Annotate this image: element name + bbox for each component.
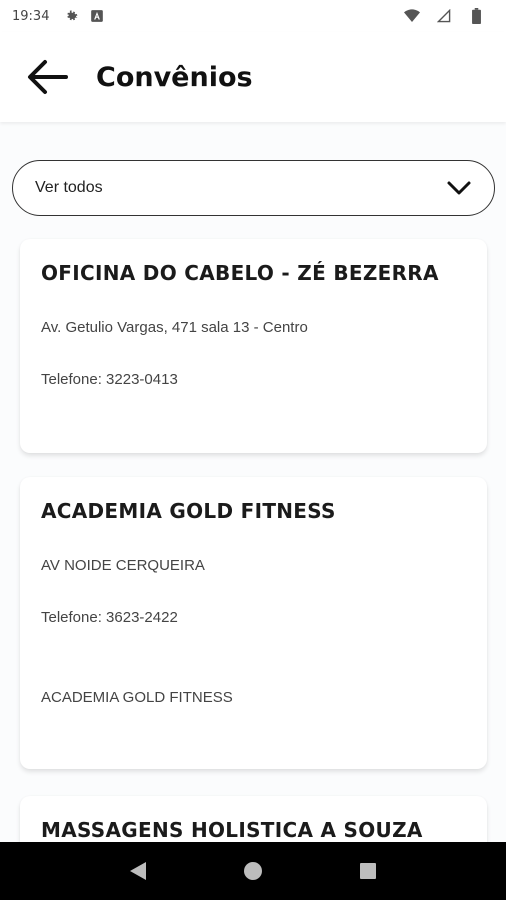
nav-back-button[interactable]: [118, 851, 158, 891]
card-address: Av. Getulio Vargas, 471 sala 13 - Centro: [41, 319, 308, 336]
card-address: AV NOIDE CERQUEIRA: [41, 557, 205, 574]
convenio-card[interactable]: MASSAGENS HOLISTICA A SOUZA: [20, 796, 487, 842]
filter-dropdown[interactable]: Ver todos: [12, 160, 495, 216]
content-area: Ver todos OFICINA DO CABELO - ZÉ BEZERRA…: [0, 122, 506, 842]
nav-recents-button[interactable]: [348, 851, 388, 891]
battery-icon: [468, 8, 484, 24]
settings-icon: [63, 8, 79, 24]
chevron-down-icon: [446, 180, 472, 196]
status-bar: 19:34: [0, 0, 506, 32]
home-circle-icon: [243, 862, 262, 880]
back-button[interactable]: [22, 52, 72, 102]
app-bar: Convênios: [0, 32, 506, 122]
system-nav-bar: [0, 842, 506, 900]
arrow-left-icon: [28, 60, 68, 94]
card-phone: Telefone: 3623-2422: [41, 609, 178, 626]
card-extra: ACADEMIA GOLD FITNESS: [41, 689, 233, 706]
card-title: OFICINA DO CABELO - ZÉ BEZERRA: [41, 261, 439, 285]
wifi-icon: [404, 8, 420, 24]
card-phone: Telefone: 3223-0413: [41, 371, 178, 388]
back-triangle-icon: [129, 862, 146, 880]
card-title: MASSAGENS HOLISTICA A SOUZA: [41, 818, 423, 842]
convenio-card[interactable]: ACADEMIA GOLD FITNESS AV NOIDE CERQUEIRA…: [20, 477, 487, 769]
filter-selected-value: Ver todos: [35, 179, 103, 196]
status-time: 19:34: [12, 8, 50, 24]
recents-square-icon: [360, 863, 377, 879]
card-title: ACADEMIA GOLD FITNESS: [41, 499, 336, 523]
page-title: Convênios: [96, 61, 253, 93]
nav-home-button[interactable]: [233, 851, 273, 891]
signal-icon: [436, 8, 452, 24]
convenio-card[interactable]: OFICINA DO CABELO - ZÉ BEZERRA Av. Getul…: [20, 239, 487, 453]
font-download-icon: [89, 8, 105, 24]
